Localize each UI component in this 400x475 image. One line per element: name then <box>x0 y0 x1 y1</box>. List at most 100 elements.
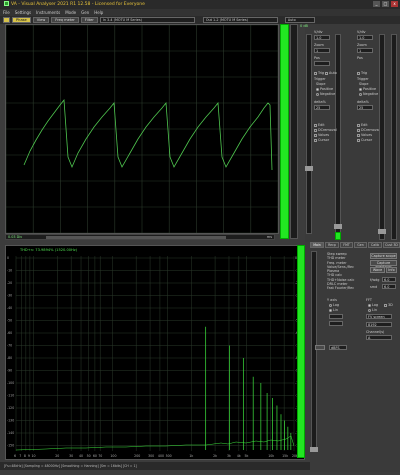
scope-gain-slider-c[interactable] <box>378 229 386 234</box>
filter-button[interactable]: Filter <box>80 17 98 23</box>
fft-screen-select[interactable]: FV screen <box>366 314 392 319</box>
y-log-radio[interactable] <box>329 303 332 307</box>
values-check[interactable] <box>314 133 317 137</box>
capture-scope-button[interactable]: Capture scope <box>370 253 397 259</box>
spectrum-status-bar: [Fs=48kHz] [Sampling = 48000Hz] [Smoothi… <box>0 462 310 470</box>
app-icon <box>4 1 9 6</box>
on-off-button[interactable] <box>3 17 10 23</box>
zoom-b-select[interactable]: 1 <box>357 48 373 53</box>
smd-field[interactable]: 6.0 <box>382 284 396 289</box>
y-lin-radio[interactable] <box>329 308 332 312</box>
trig-b-check[interactable] <box>357 71 360 75</box>
menu-file[interactable]: File <box>3 9 10 16</box>
positive-radio[interactable] <box>316 87 319 91</box>
view-button[interactable]: View <box>32 17 50 23</box>
wave-button[interactable]: Wave <box>370 267 385 273</box>
minimize-button[interactable]: _ <box>373 1 380 7</box>
y-lin-option[interactable]: Lin <box>329 308 338 312</box>
tab-main[interactable]: Main <box>310 242 324 248</box>
oscilloscope-display[interactable] <box>5 24 279 234</box>
mode-select[interactable]: Auto <box>284 17 315 23</box>
edit-option[interactable]: Edit <box>314 123 325 127</box>
menu-help[interactable]: Help <box>94 9 103 16</box>
dcremoval-b-option[interactable]: DCremoval <box>357 128 380 132</box>
fft-log-option[interactable]: Log <box>368 303 378 307</box>
scope-scroll-thumb[interactable] <box>46 236 226 239</box>
scope-gain-slider-a[interactable] <box>305 166 313 171</box>
spectrum-display[interactable]: THD+n: 73.9894% (1520.00Hz) 00-10-10-20-… <box>5 245 305 460</box>
cursor-b-check[interactable] <box>357 138 360 142</box>
x-tick-label: 20 <box>55 454 59 458</box>
tab-fmt[interactable]: FMT <box>340 242 353 248</box>
tab-cust-3d[interactable]: Cust 3D <box>383 242 400 248</box>
negative-option[interactable]: Negative <box>316 92 335 96</box>
menu-mode[interactable]: Mode <box>65 9 76 16</box>
scope-gain-slider-b[interactable] <box>334 224 342 229</box>
edit-check[interactable] <box>314 123 317 127</box>
x-tick-label: 7 <box>19 454 21 458</box>
fft-3d-option[interactable]: 3D <box>384 303 393 307</box>
trig-auto: Auto <box>325 71 337 75</box>
fft-log-radio[interactable] <box>368 303 371 307</box>
freq-meter-button[interactable]: Freq meter <box>51 17 79 23</box>
fft-3d-check[interactable] <box>384 303 387 307</box>
dcremoval-check[interactable] <box>314 128 317 132</box>
channel-select[interactable]: A <box>366 335 392 340</box>
values-option[interactable]: Values <box>314 133 329 137</box>
dcremoval-b-check[interactable] <box>357 128 360 132</box>
dcremoval-option[interactable]: DCremoval <box>314 128 337 132</box>
cursor-option[interactable]: Cursor <box>314 138 329 142</box>
negative-b-option[interactable]: Negative <box>359 92 378 96</box>
menu-instruments[interactable]: Instruments <box>36 9 60 16</box>
negative-b-radio[interactable] <box>359 92 362 96</box>
slope-b-label: Slope <box>359 82 369 86</box>
units-select[interactable]: dBFS <box>329 345 347 350</box>
x-tick-label: 10k <box>268 454 274 458</box>
y-offset-field[interactable] <box>329 321 343 326</box>
output-device-select[interactable]: Out 1-2 (MOTU M Series) <box>202 17 278 23</box>
zoom-select[interactable]: 1 <box>314 48 330 53</box>
input-device-select[interactable]: In 3-4 (MOTU M Series) <box>99 17 195 23</box>
delta-field[interactable]: 25 <box>314 105 330 110</box>
vdiv-b-select[interactable]: 1.0 <box>357 35 373 40</box>
positive-b-radio[interactable] <box>359 87 362 91</box>
capture-spectrum-button[interactable]: Capture spectrum <box>370 260 397 269</box>
cursor-b-option[interactable]: Cursor <box>357 138 372 142</box>
y-scale-field[interactable] <box>329 314 343 319</box>
info-button[interactable]: Info <box>386 267 397 273</box>
edit-b-option[interactable]: Edit <box>357 123 368 127</box>
delta-b-field[interactable]: 25 <box>357 105 373 110</box>
x-tick-label: 100 <box>110 454 116 458</box>
close-button[interactable]: x <box>391 1 398 7</box>
menu-settings[interactable]: Settings <box>15 9 31 16</box>
vdiv-select[interactable]: 1.0 <box>314 35 330 40</box>
item-fast-fourier[interactable]: Fast Fourier/Rec <box>327 286 357 290</box>
negative-radio[interactable] <box>316 92 319 96</box>
positive-b-option[interactable]: Positive <box>359 87 376 91</box>
y-log-option[interactable]: Log <box>329 303 339 307</box>
fwdg-field[interactable]: 6.0 <box>382 277 396 282</box>
tab-gen[interactable]: Gen <box>354 242 367 248</box>
edit-b-check[interactable] <box>357 123 360 127</box>
maximize-button[interactable]: □ <box>382 1 389 7</box>
tab-calib[interactable]: Calib <box>368 242 382 248</box>
hold-button[interactable] <box>315 345 325 350</box>
values-b-check[interactable] <box>357 133 360 137</box>
cursor-check[interactable] <box>314 138 317 142</box>
x-tick-label: 50 <box>87 454 91 458</box>
x-tick-label: 4k <box>237 454 241 458</box>
phase-button[interactable]: Phase <box>12 17 31 23</box>
menu-gen[interactable]: Gen <box>81 9 89 16</box>
pos-field[interactable] <box>314 61 330 66</box>
trig-check[interactable] <box>314 71 317 75</box>
trig-auto-check[interactable] <box>325 71 328 75</box>
positive-option[interactable]: Positive <box>316 87 333 91</box>
values-b-option[interactable]: Values <box>357 133 372 137</box>
fft-size-select[interactable]: 8192 <box>366 322 392 327</box>
fft-lin-radio[interactable] <box>368 308 371 312</box>
tab-recp[interactable]: Recp <box>325 242 339 248</box>
spectrum-slider-thumb[interactable] <box>310 447 318 452</box>
fft-lin-option[interactable]: Lin <box>368 308 377 312</box>
scope-scrollbar[interactable]: 0.03 Div ms <box>5 234 275 240</box>
x-tick-label: 9 <box>28 454 30 458</box>
